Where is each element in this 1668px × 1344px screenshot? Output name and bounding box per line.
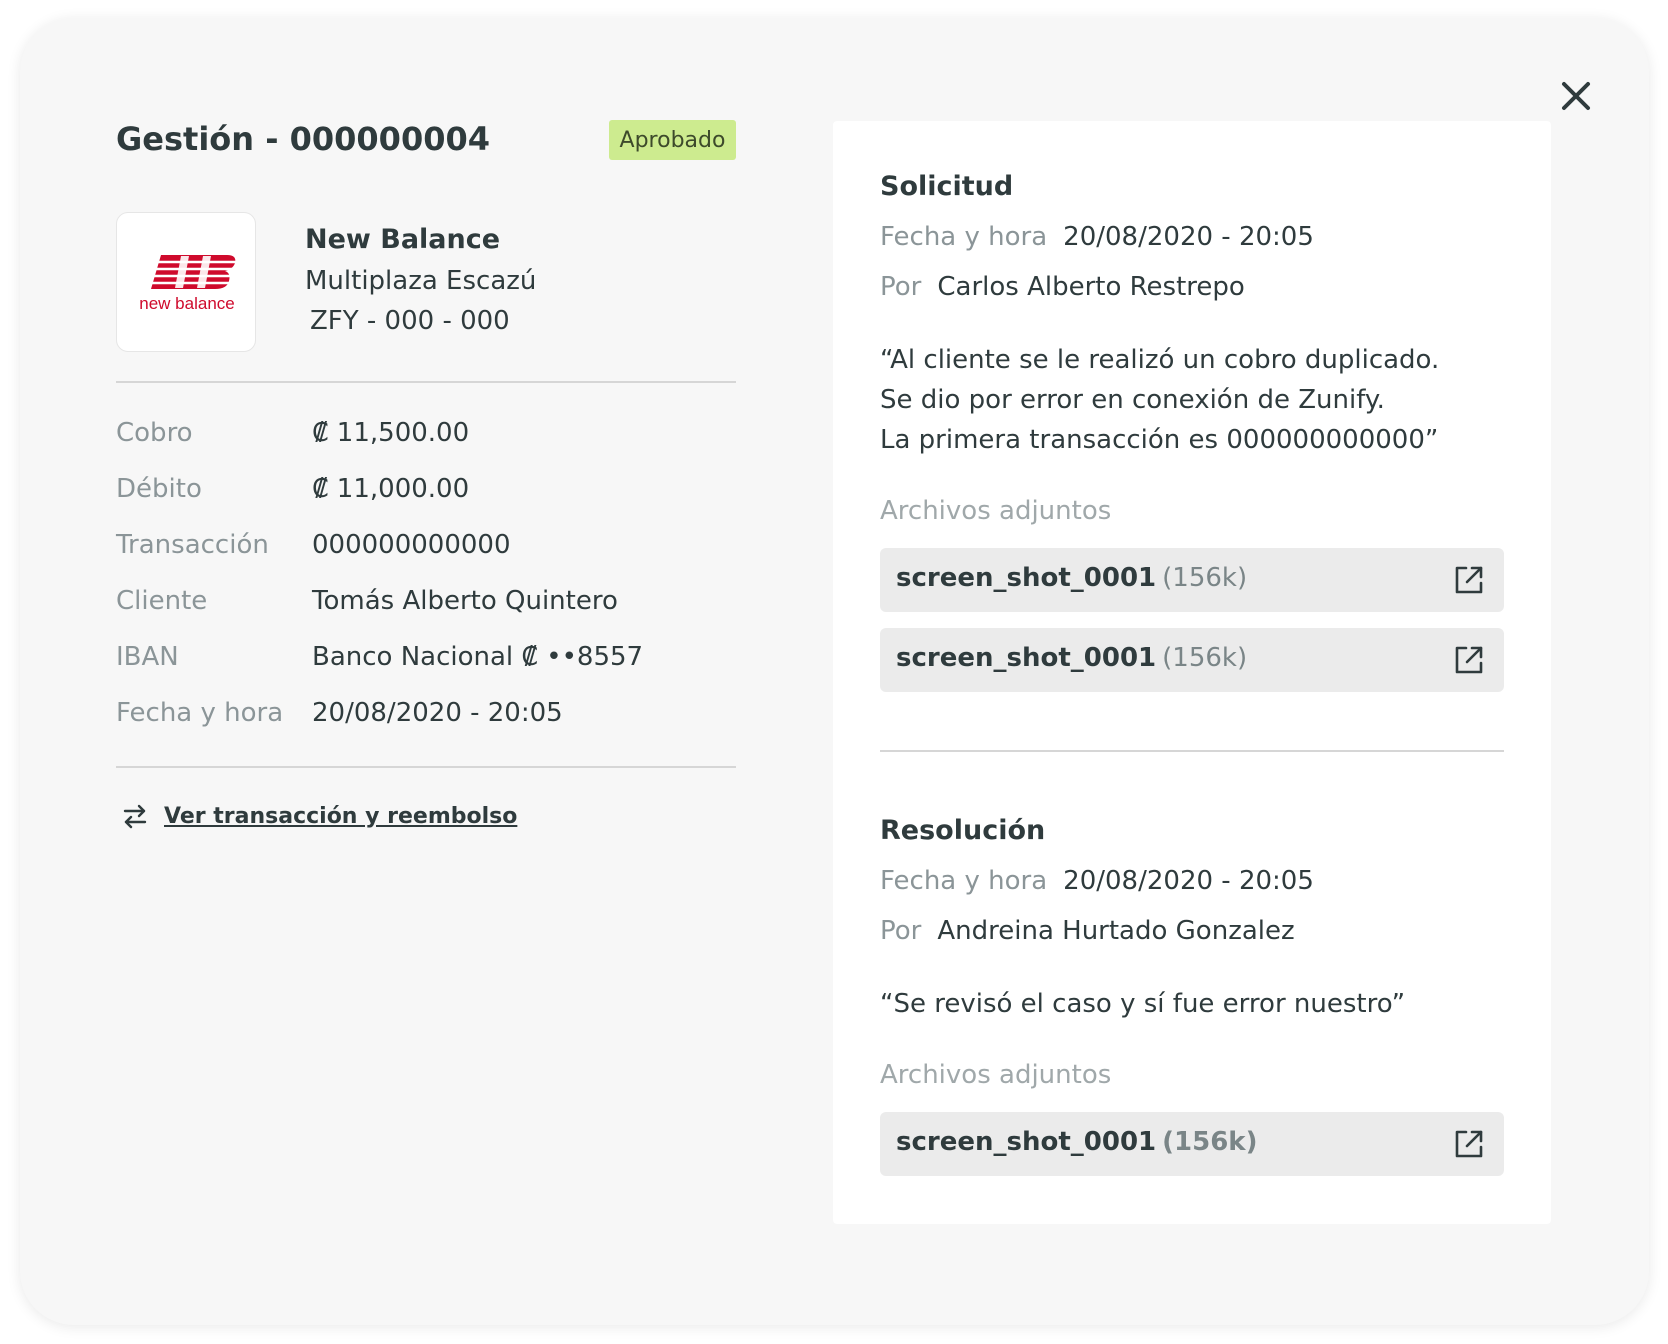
comment-line: Se dio por error en conexión de Zunify. xyxy=(880,385,1385,415)
divider xyxy=(116,381,736,383)
external-link-icon[interactable] xyxy=(1453,564,1485,596)
meta-value: 20/08/2020 - 20:05 xyxy=(1063,866,1314,896)
attachment-name: screen_shot_0001 xyxy=(896,563,1157,593)
close-icon[interactable] xyxy=(1554,74,1598,118)
store-name: New Balance xyxy=(305,224,501,255)
detail-label: IBAN xyxy=(116,642,179,672)
logo-text: new balance xyxy=(139,294,234,313)
detail-label: Transacción xyxy=(116,530,269,560)
resolucion-comment: “Se revisó el caso y sí fue error nuestr… xyxy=(880,989,1406,1019)
store-logo: new balance xyxy=(116,212,256,352)
external-link-icon[interactable] xyxy=(1453,644,1485,676)
meta-label: Fecha y hora xyxy=(880,222,1048,252)
attachment-size: (156k) xyxy=(1162,643,1248,673)
attachment-size: (156k) xyxy=(1162,563,1248,593)
resolucion-title: Resolución xyxy=(880,815,1046,846)
solicitud-author: Por Carlos Alberto Restrepo xyxy=(880,272,1245,302)
meta-value: Andreina Hurtado Gonzalez xyxy=(937,916,1295,946)
attachments-label: Archivos adjuntos xyxy=(880,1060,1112,1090)
detail-label: Cliente xyxy=(116,586,208,616)
view-transaction-label[interactable]: Ver transacción y reembolso xyxy=(164,804,517,829)
attachment-item[interactable]: screen_shot_0001 (156k) xyxy=(880,548,1504,612)
divider xyxy=(116,766,736,768)
store-location: Multiplaza Escazú xyxy=(305,266,537,296)
detail-value: ₡ 11,500.00 xyxy=(312,418,470,448)
solicitud-date: Fecha y hora 20/08/2020 - 20:05 xyxy=(880,222,1314,252)
view-transaction-link[interactable]: Ver transacción y reembolso xyxy=(122,803,517,829)
detail-value: Banco Nacional ₡ ••8557 xyxy=(312,642,644,672)
detail-value: ₡ 11,000.00 xyxy=(312,474,470,504)
resolucion-date: Fecha y hora 20/08/2020 - 20:05 xyxy=(880,866,1314,896)
meta-value: 20/08/2020 - 20:05 xyxy=(1063,222,1314,252)
attachment-size: (156k) xyxy=(1162,1127,1258,1157)
attachments-label: Archivos adjuntos xyxy=(880,496,1112,526)
divider xyxy=(880,750,1504,752)
comment-line: “Al cliente se le realizó un cobro dupli… xyxy=(880,345,1440,375)
attachment-name: screen_shot_0001 xyxy=(896,643,1157,673)
meta-value: Carlos Alberto Restrepo xyxy=(937,272,1245,302)
detail-value: Tomás Alberto Quintero xyxy=(312,586,618,616)
attachment-item[interactable]: screen_shot_0001 (156k) xyxy=(880,1112,1504,1176)
solicitud-title: Solicitud xyxy=(880,171,1014,202)
attachment-name: screen_shot_0001 xyxy=(896,1127,1157,1157)
store-code: ZFY - 000 - 000 xyxy=(310,306,510,336)
solicitud-comment: “Al cliente se le realizó un cobro dupli… xyxy=(880,340,1439,460)
detail-label: Fecha y hora xyxy=(116,698,284,728)
status-badge: Aprobado xyxy=(609,120,736,160)
detail-value: 000000000000 xyxy=(312,530,511,560)
detail-label: Débito xyxy=(116,474,202,504)
external-link-icon[interactable] xyxy=(1453,1128,1485,1160)
detail-label: Cobro xyxy=(116,418,193,448)
new-balance-logo: new balance xyxy=(139,255,239,313)
page-title: Gestión - 000000004 xyxy=(116,120,490,158)
meta-label: Fecha y hora xyxy=(880,866,1048,896)
comment-line: La primera transacción es 000000000000” xyxy=(880,425,1439,455)
attachment-item[interactable]: screen_shot_0001 (156k) xyxy=(880,628,1504,692)
meta-label: Por xyxy=(880,916,922,946)
resolucion-author: Por Andreina Hurtado Gonzalez xyxy=(880,916,1295,946)
detail-value: 20/08/2020 - 20:05 xyxy=(312,698,563,728)
meta-label: Por xyxy=(880,272,922,302)
swap-arrows-icon xyxy=(123,804,147,829)
